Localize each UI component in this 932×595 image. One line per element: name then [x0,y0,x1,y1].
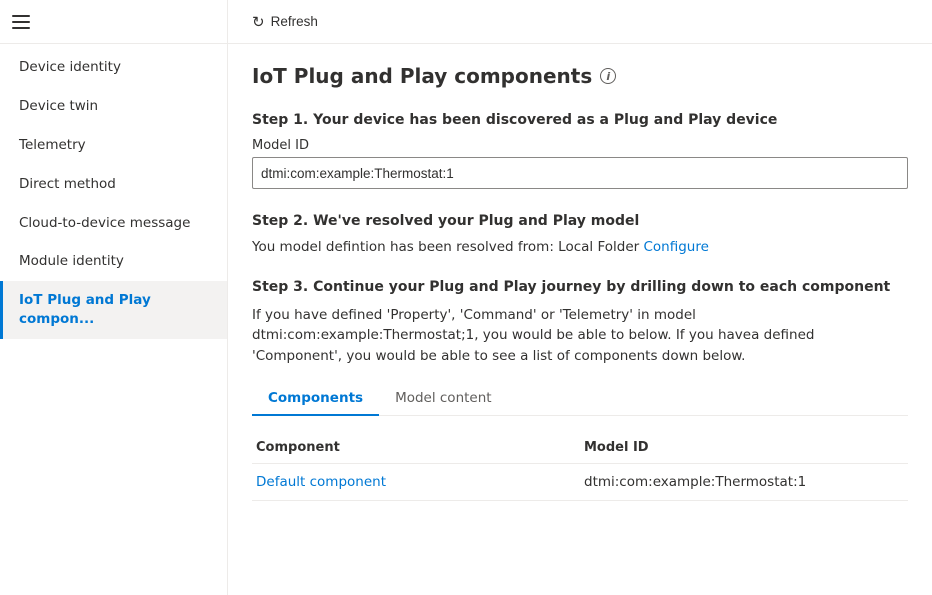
sidebar-item-device-identity[interactable]: Device identity [0,48,227,87]
default-component-link[interactable]: Default component [252,474,580,490]
col-header-component: Component [252,440,580,455]
tabs-bar: Components Model content [252,382,908,416]
page-title: IoT Plug and Play components i [252,64,908,88]
sidebar-item-module-identity[interactable]: Module identity [0,242,227,281]
col-header-model-id: Model ID [580,440,908,455]
step2-section: Step 2. We've resolved your Plug and Pla… [252,213,908,255]
step1-section: Step 1. Your device has been discovered … [252,112,908,189]
toolbar: ↻ Refresh [228,0,932,44]
table-header: Component Model ID [252,432,908,464]
table-row: Default component dtmi:com:example:Therm… [252,464,908,501]
model-id-input[interactable] [252,157,908,189]
info-icon[interactable]: i [600,68,616,84]
model-id-label: Model ID [252,138,908,153]
sidebar-header [0,0,227,44]
sidebar-item-cloud-to-device[interactable]: Cloud-to-device message [0,204,227,243]
sidebar-item-direct-method[interactable]: Direct method [0,165,227,204]
sidebar-item-telemetry[interactable]: Telemetry [0,126,227,165]
tab-model-content[interactable]: Model content [379,382,508,416]
sidebar-item-iot-plug-play[interactable]: IoT Plug and Play compon... [0,281,227,339]
step3-heading: Step 3. Continue your Plug and Play jour… [252,279,908,295]
refresh-button[interactable]: ↻ Refresh [244,9,326,35]
row-model-id: dtmi:com:example:Thermostat:1 [580,474,908,490]
main-area: ↻ Refresh IoT Plug and Play components i… [228,0,932,595]
hamburger-icon[interactable] [12,15,30,29]
step3-desc: If you have defined 'Property', 'Command… [252,305,908,366]
sidebar-item-device-twin[interactable]: Device twin [0,87,227,126]
refresh-icon: ↻ [252,13,265,31]
step1-heading: Step 1. Your device has been discovered … [252,112,908,128]
sidebar: Device identity Device twin Telemetry Di… [0,0,228,595]
tab-components[interactable]: Components [252,382,379,416]
step2-heading: Step 2. We've resolved your Plug and Pla… [252,213,908,229]
step3-section: Step 3. Continue your Plug and Play jour… [252,279,908,501]
sidebar-nav: Device identity Device twin Telemetry Di… [0,44,227,339]
content-area: IoT Plug and Play components i Step 1. Y… [228,44,932,595]
step2-desc: You model defintion has been resolved fr… [252,239,908,255]
configure-link[interactable]: Configure [643,239,708,255]
